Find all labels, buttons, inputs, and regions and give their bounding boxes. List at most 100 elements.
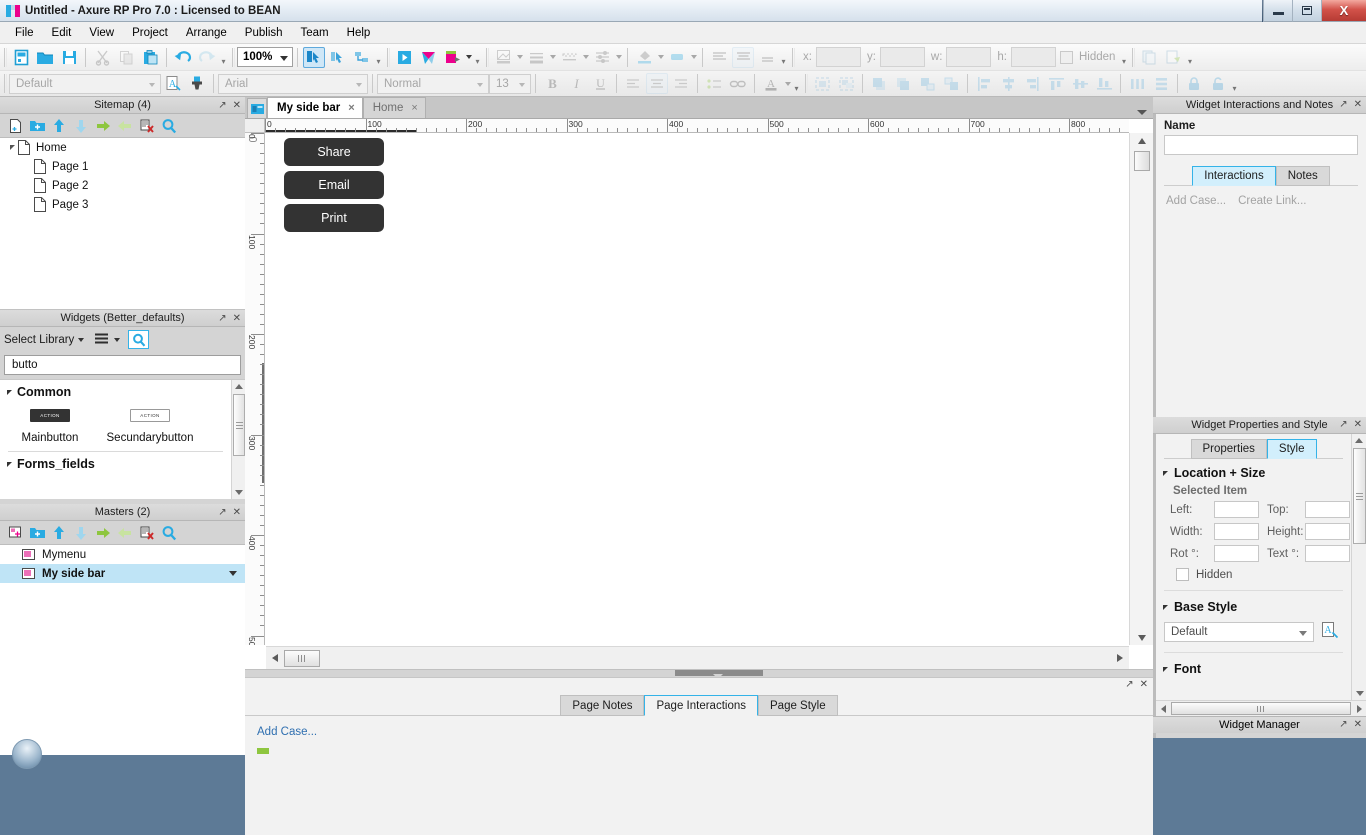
add-case-link[interactable]: Add Case...	[257, 726, 317, 738]
design-canvas[interactable]: Share Email Print	[266, 134, 1129, 645]
base-style-combo[interactable]: Default	[1164, 621, 1314, 642]
master-indent-icon[interactable]	[92, 523, 114, 543]
cut-icon[interactable]	[91, 47, 113, 68]
scroll-down-icon[interactable]	[232, 486, 245, 499]
sitemap-undock-icon[interactable]: ↗	[218, 100, 226, 111]
sitemap-item-home[interactable]: Home	[0, 138, 245, 157]
delete-master-icon[interactable]	[136, 523, 158, 543]
wm-close-icon[interactable]: ✕	[1354, 720, 1362, 730]
canvas-vertical-scrollbar[interactable]	[1129, 133, 1153, 645]
widget-group-forms-fields[interactable]: Forms_fields	[0, 452, 231, 473]
indent-icon[interactable]	[92, 116, 114, 136]
widget-search-toggle[interactable]	[128, 330, 150, 349]
menu-item-publish[interactable]: Publish	[236, 24, 292, 42]
format-painter-icon[interactable]	[186, 73, 208, 94]
tab-close-icon[interactable]: ×	[348, 102, 354, 114]
style-editor-icon[interactable]: A	[162, 73, 184, 94]
copy-icon[interactable]	[115, 47, 137, 68]
scroll-down-icon[interactable]	[1130, 630, 1154, 645]
scrollbar-thumb[interactable]	[1134, 151, 1150, 171]
menu-item-view[interactable]: View	[80, 24, 123, 42]
tab-close-icon[interactable]: ×	[411, 102, 417, 114]
width-input[interactable]	[1214, 523, 1259, 540]
widget-properties-h-scrollbar[interactable]	[1156, 700, 1366, 716]
search-masters-icon[interactable]	[158, 523, 180, 543]
menu-item-arrange[interactable]: Arrange	[177, 24, 236, 42]
widget-name-input[interactable]	[1164, 135, 1358, 155]
scroll-down-icon[interactable]	[1352, 687, 1366, 700]
rotation-input[interactable]	[1214, 545, 1259, 562]
scrollbar-thumb[interactable]	[1353, 448, 1366, 544]
chevron-down-icon[interactable]	[229, 571, 237, 576]
left-input[interactable]	[1214, 501, 1259, 518]
zoom-input[interactable]: 100%	[237, 47, 293, 67]
master-item-mymenu[interactable]: Mymenu	[0, 545, 245, 564]
canvas-button-email[interactable]: Email	[284, 171, 384, 199]
scrollbar-thumb[interactable]	[284, 649, 320, 667]
publish-icon[interactable]	[417, 47, 439, 68]
connector-tool-icon[interactable]	[327, 47, 349, 68]
add-page-icon[interactable]	[4, 116, 26, 136]
tab-interactions[interactable]: Interactions	[1192, 166, 1276, 186]
pen-tool-icon[interactable]	[351, 47, 373, 68]
scroll-right-icon[interactable]	[1111, 654, 1129, 662]
section-font[interactable]: Font	[1156, 655, 1351, 680]
widget-search-input[interactable]	[10, 358, 240, 372]
widget-properties-scrollbar[interactable]	[1351, 434, 1366, 716]
height-input[interactable]	[1305, 523, 1350, 540]
toolbar-overflow-icon[interactable]: ▾	[219, 47, 228, 67]
tab-page-interactions[interactable]: Page Interactions	[644, 695, 758, 716]
widget-item-secundarybutton[interactable]: ACTION Secundarybutton	[100, 409, 200, 444]
move-down-icon[interactable]	[70, 116, 92, 136]
masters-undock-icon[interactable]: ↗	[218, 507, 226, 518]
sitemap-item-page-1[interactable]: Page 1	[0, 157, 245, 176]
panel-splitter[interactable]	[245, 669, 1153, 679]
select-library-dropdown[interactable]: Select Library	[4, 334, 85, 346]
canvas-button-share[interactable]: Share	[284, 138, 384, 166]
master-item-my-side-bar[interactable]: My side bar	[0, 564, 245, 583]
scroll-up-icon[interactable]	[232, 380, 245, 393]
widgets-close-icon[interactable]: ✕	[233, 313, 241, 324]
redo-icon[interactable]	[196, 47, 218, 68]
tab-page-notes[interactable]: Page Notes	[560, 695, 645, 716]
hidden-checkbox[interactable]	[1176, 568, 1189, 581]
wm-undock-icon[interactable]: ↗	[1339, 720, 1347, 730]
minimize-button[interactable]	[1263, 0, 1292, 22]
chevron-down-icon[interactable]	[464, 47, 473, 67]
add-folder-icon[interactable]	[26, 116, 48, 136]
tab-notes[interactable]: Notes	[1275, 166, 1330, 186]
close-button[interactable]: X	[1321, 0, 1366, 22]
masters-close-icon[interactable]: ✕	[233, 507, 241, 518]
select-tool-icon[interactable]	[303, 46, 325, 68]
tab-properties[interactable]: Properties	[1190, 439, 1267, 459]
add-master-folder-icon[interactable]	[26, 523, 48, 543]
add-master-icon[interactable]	[4, 523, 26, 543]
widget-search-field[interactable]	[4, 355, 241, 375]
restore-button[interactable]	[1292, 0, 1321, 22]
tab-page-style[interactable]: Page Style	[758, 695, 838, 716]
widget-group-common[interactable]: Common	[0, 380, 231, 401]
top-input[interactable]	[1305, 501, 1350, 518]
chevron-down-icon[interactable]	[114, 337, 121, 342]
scroll-left-icon[interactable]	[1156, 704, 1170, 713]
widgets-scrollbar[interactable]	[231, 380, 245, 499]
open-file-icon[interactable]	[34, 47, 56, 68]
chevron-down-icon[interactable]	[280, 56, 288, 61]
master-move-down-icon[interactable]	[70, 523, 92, 543]
create-link-link[interactable]: Create Link...	[1238, 195, 1306, 207]
page-panel-undock-icon[interactable]: ↗	[1125, 680, 1133, 690]
wi-undock-icon[interactable]: ↗	[1339, 100, 1347, 110]
scrollbar-thumb[interactable]	[1171, 702, 1351, 715]
text-rotation-input[interactable]	[1305, 545, 1350, 562]
wi-close-icon[interactable]: ✕	[1354, 100, 1362, 110]
tab-home[interactable]: Home ×	[362, 97, 426, 118]
scrollbar-thumb[interactable]	[233, 394, 245, 456]
chevron-down-icon[interactable]	[1299, 630, 1307, 636]
toolbar-overflow-icon[interactable]: ▾	[473, 47, 482, 67]
outdent-icon[interactable]	[114, 116, 136, 136]
save-file-icon[interactable]	[58, 47, 80, 68]
sitemap-item-page-3[interactable]: Page 3	[0, 195, 245, 214]
wp-undock-icon[interactable]: ↗	[1339, 420, 1347, 430]
widgets-undock-icon[interactable]: ↗	[218, 313, 226, 324]
scroll-left-icon[interactable]	[266, 654, 284, 662]
